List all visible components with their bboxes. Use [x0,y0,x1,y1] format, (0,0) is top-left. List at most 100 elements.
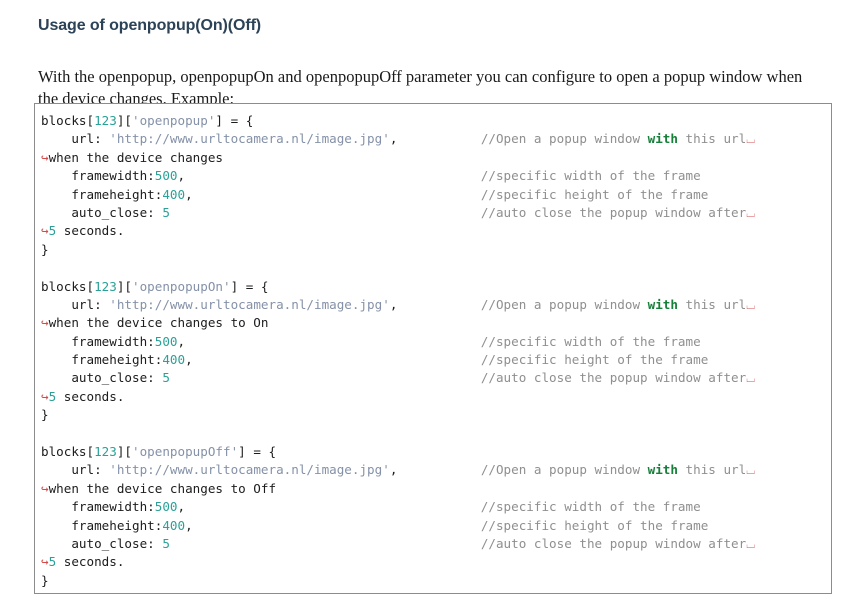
code-comment: //Open a popup window with this url [480,296,747,312]
code-text: url: [71,296,110,312]
code-block-gap [41,425,827,443]
code-text: ][ [116,113,132,128]
code-number: 500 [154,333,178,349]
code-line: auto_close: 5 //auto close the popup win… [41,204,827,222]
wrap-tail-icon: ⌴ [746,133,756,147]
code-comment: //Open a popup window with this url [480,131,747,147]
code-text: } [41,572,49,588]
code-number: 400 [162,186,186,202]
code-number: 500 [154,499,178,515]
code-number: 5 [162,535,170,551]
code-line: ↪5 seconds. [41,553,827,571]
code-text: blocks[ [41,444,95,460]
code-text: , [185,352,193,368]
code-text: when the device changes to Off [48,480,277,496]
code-string: 'http://www.urltocamera.nl/image.jpg' [109,131,390,147]
code-line: frameheight:400, //specific height of th… [41,351,827,369]
code-text: auto_close: [71,204,163,220]
code-listing: blocks[123]['openpopup'] = { url: 'http:… [35,112,831,590]
code-string: 'http://www.urltocamera.nl/image.jpg' [109,462,390,478]
code-text: ][ [116,444,132,460]
code-comment-keyword: with [647,131,678,147]
code-line: ↪when the device changes [41,149,827,167]
code-text: } [41,241,49,257]
code-text: ][ [116,278,132,294]
code-text: , [177,333,186,349]
code-line: auto_close: 5 //auto close the popup win… [41,535,827,553]
code-comment: //specific height of the frame [480,186,709,202]
code-text: framewidth: [71,333,155,349]
wrap-tail-icon: ⌴ [746,298,756,312]
code-number: 5 [162,204,170,220]
code-comment: //specific width of the frame [480,168,701,184]
code-line: url: 'http://www.urltocamera.nl/image.jp… [41,296,827,314]
code-comment: //specific width of the frame [480,499,701,515]
code-text: when the device changes [48,149,223,165]
code-line: } [41,406,827,424]
code-comment-keyword: with [647,296,678,312]
code-text: , [177,168,186,184]
code-string: 'http://www.urltocamera.nl/image.jpg' [109,296,390,312]
code-line: url: 'http://www.urltocamera.nl/image.jp… [41,130,827,148]
code-comment: //auto close the popup window after [480,370,747,386]
code-number: 123 [94,444,117,460]
code-text: url: [71,131,110,147]
code-number: 400 [162,517,186,533]
code-text: ] = { [230,278,269,294]
code-line: blocks[123]['openpopupOff'] = { [41,443,827,461]
code-text: , [389,462,398,478]
code-text: when the device changes to On [48,315,269,331]
code-line: blocks[123]['openpopupOn'] = { [41,278,827,296]
code-number: 123 [94,113,117,128]
code-example-box: blocks[123]['openpopup'] = { url: 'http:… [34,103,832,594]
code-line: blocks[123]['openpopup'] = { [41,112,827,130]
intro-paragraph: With the openpopup, openpopupOn and open… [38,67,803,108]
code-string: 'openpopupOn' [132,278,231,294]
code-line: auto_close: 5 //auto close the popup win… [41,369,827,387]
wrap-arrow-icon: ↪ [41,223,49,239]
code-text: seconds. [56,223,125,239]
code-text: , [185,517,193,533]
code-text: , [389,131,398,147]
code-line: framewidth:500, //specific width of the … [41,333,827,351]
code-line: ↪when the device changes to On [41,314,827,332]
code-number: 123 [94,278,117,294]
code-comment: //specific height of the frame [480,352,709,368]
wrap-tail-icon: ⌴ [746,206,755,220]
code-line: framewidth:500, //specific width of the … [41,498,827,516]
code-number: 400 [162,352,186,368]
code-comment: //specific width of the frame [480,333,701,349]
code-comment: //auto close the popup window after [480,204,747,220]
code-line: ↪5 seconds. [41,222,827,240]
code-text: auto_close: [71,370,163,386]
code-text: , [177,499,186,515]
code-number: 5 [162,370,170,386]
code-comment-keyword: with [647,462,678,478]
code-text: auto_close: [71,535,163,551]
code-text: frameheight: [71,186,163,202]
code-line: frameheight:400, //specific height of th… [41,186,827,204]
code-line: ↪5 seconds. [41,388,827,406]
code-text: framewidth: [71,499,155,515]
code-comment: //Open a popup window with this url [480,462,747,478]
code-line: ↪when the device changes to Off [41,480,827,498]
code-comment: //specific height of the frame [480,517,709,533]
wrap-arrow-icon: ↪ [41,554,49,570]
code-text: seconds. [56,554,125,570]
code-number: 500 [154,168,178,184]
wrap-arrow-icon: ↪ [41,149,49,165]
wrap-tail-icon: ⌴ [746,464,756,478]
code-line: } [41,241,827,259]
wrap-tail-icon: ⌴ [746,372,755,386]
code-text: url: [71,462,110,478]
wrap-tail-icon: ⌴ [746,537,755,551]
code-text: frameheight: [71,352,163,368]
code-line: frameheight:400, //specific height of th… [41,517,827,535]
code-comment: //auto close the popup window after [480,535,747,551]
page-title: Usage of openpopup(On)(Off) [38,17,262,34]
code-text: frameheight: [71,517,163,533]
code-string: 'openpopupOff' [132,444,239,460]
code-text: } [41,407,49,423]
code-text: ] = { [215,113,254,128]
wrap-arrow-icon: ↪ [41,315,49,331]
